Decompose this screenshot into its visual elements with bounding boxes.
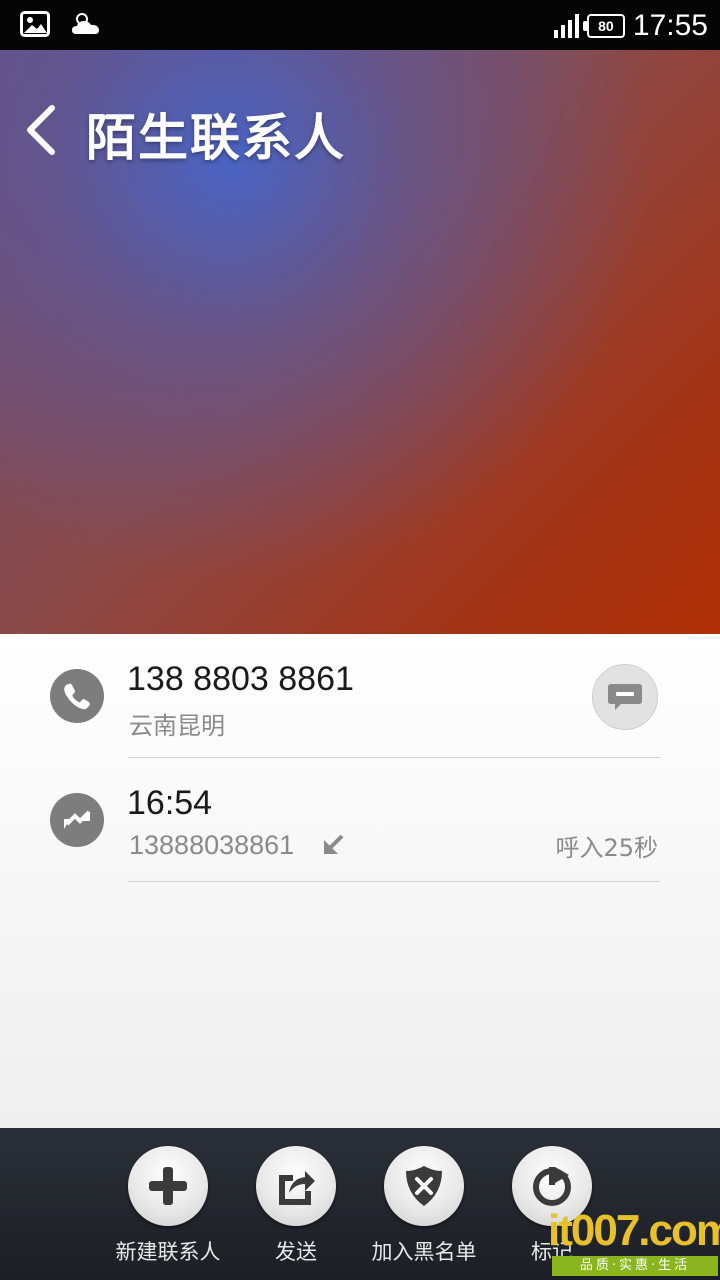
back-button[interactable]	[22, 100, 62, 160]
watermark-text: it007.com	[548, 1206, 720, 1255]
action-label: 发送	[275, 1240, 317, 1264]
send-action[interactable]: 发送	[236, 1146, 356, 1266]
send-button[interactable]	[256, 1146, 336, 1226]
shield-x-icon	[406, 1166, 442, 1206]
new-contact-action[interactable]: 新建联系人	[108, 1146, 228, 1266]
blacklist-button[interactable]	[384, 1146, 464, 1226]
call-log-row[interactable]: 16:54 13888038861 呼入25秒	[0, 758, 720, 882]
weather-cloudy-icon	[70, 10, 102, 42]
contact-details: 138 8803 8861 云南昆明 16:54 13888038861 呼入2…	[0, 634, 720, 1128]
watermark-tagline: 品质·实惠·生活	[552, 1256, 718, 1276]
new-contact-button[interactable]	[128, 1146, 208, 1226]
share-icon	[279, 1171, 315, 1205]
action-label: 加入黑名单	[371, 1240, 477, 1264]
chevron-left-icon	[27, 105, 55, 155]
call-time: 16:54	[127, 784, 213, 822]
battery-icon: 80	[582, 14, 625, 38]
divider	[128, 881, 660, 882]
call-duration: 呼入25秒	[555, 834, 658, 862]
plus-icon	[149, 1167, 187, 1205]
gallery-icon	[20, 11, 50, 41]
contact-header: 陌生联系人	[0, 50, 720, 634]
watermark-logo: it007.com 品质·实惠·生活	[548, 1206, 720, 1280]
phone-icon	[50, 669, 104, 723]
phone-number-row[interactable]: 138 8803 8861 云南昆明	[0, 634, 720, 758]
signal-icon	[553, 14, 579, 38]
call-history-icon	[50, 793, 104, 847]
battery-level: 80	[598, 18, 614, 34]
status-bar: 80 17:55	[0, 0, 720, 50]
phone-number: 138 8803 8861	[127, 660, 354, 698]
status-time: 17:55	[632, 9, 708, 42]
message-icon	[608, 684, 642, 710]
message-button[interactable]	[592, 664, 658, 730]
tag-icon	[533, 1167, 571, 1206]
blacklist-action[interactable]: 加入黑名单	[364, 1146, 484, 1266]
action-label: 新建联系人	[115, 1240, 221, 1264]
page-title: 陌生联系人	[86, 109, 346, 167]
phone-location: 云南昆明	[129, 712, 225, 740]
call-number: 13888038861	[129, 830, 295, 860]
incoming-arrow-icon	[324, 834, 344, 854]
